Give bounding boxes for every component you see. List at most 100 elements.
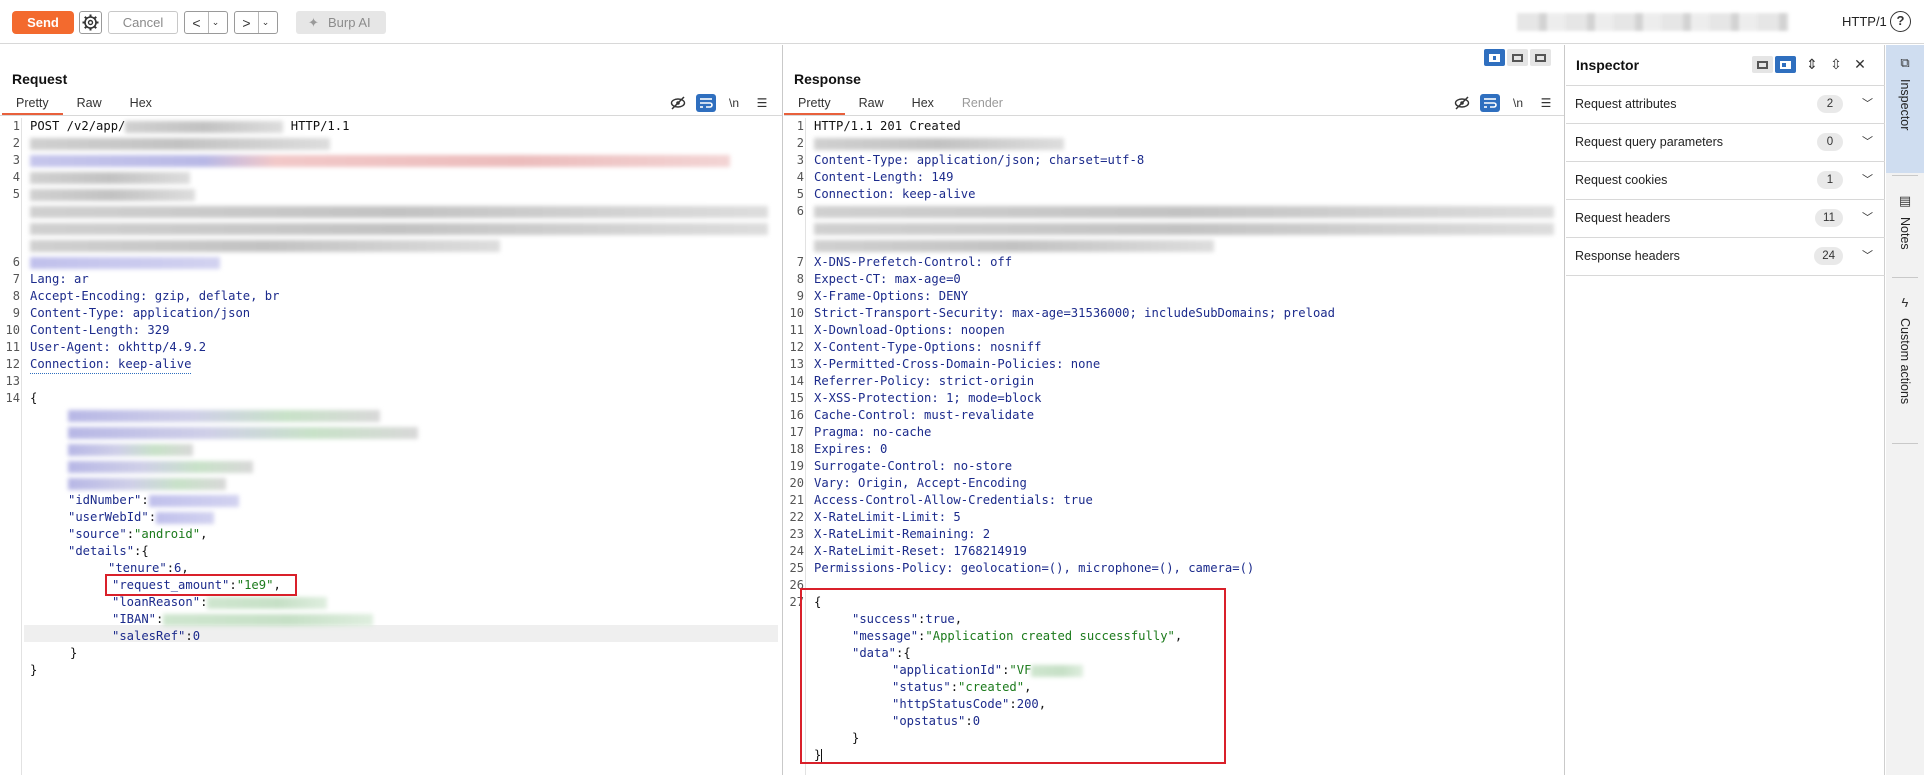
request-tab-pretty[interactable]: Pretty (2, 93, 63, 115)
split-horizontal-icon (1512, 53, 1523, 62)
response-title: Response (794, 71, 861, 87)
response-tab-render[interactable]: Render (948, 93, 1017, 115)
code-line (0, 203, 780, 220)
inspector-icon: ⧉ (1900, 55, 1910, 70)
forward-button[interactable]: > (235, 12, 259, 33)
request-tab-hex[interactable]: Hex (116, 93, 166, 115)
response-editor-tools: \n ☰ (1452, 93, 1556, 113)
forward-nav-group: > ⌄ (234, 11, 278, 34)
inspector-row-label: Response headers (1575, 249, 1680, 263)
side-divider (1892, 277, 1918, 278)
count-badge: 11 (1815, 209, 1843, 227)
send-button[interactable]: Send (12, 11, 74, 34)
layout-side-by-side-button[interactable] (1484, 49, 1505, 66)
inspector-view-list-button[interactable] (1752, 56, 1773, 73)
side-tab-label: Custom actions (1898, 318, 1912, 405)
count-badge: 2 (1817, 95, 1843, 113)
help-icon[interactable]: ? (1890, 11, 1911, 32)
response-tabs: Pretty Raw Hex Render (784, 93, 1017, 115)
forward-history-dropdown[interactable]: ⌄ (259, 12, 272, 33)
notes-icon: ▤ (1898, 193, 1912, 208)
inspector-row-label: Request cookies (1575, 173, 1668, 187)
code-line (0, 407, 780, 424)
code-line (0, 220, 780, 237)
response-tab-pretty[interactable]: Pretty (784, 93, 845, 115)
inspector-row-label: Request attributes (1575, 97, 1677, 111)
code-line: 2 (784, 135, 1564, 152)
count-badge: 1 (1817, 171, 1843, 189)
inspector-title: Inspector (1576, 57, 1640, 73)
hide-icon[interactable] (1452, 94, 1472, 112)
burp-ai-button[interactable]: ✦ Burp AI (296, 11, 386, 34)
inspector-row-request-cookies[interactable]: Request cookies 1 ﹀ (1566, 162, 1885, 200)
chevron-down-icon[interactable]: ﹀ (1862, 95, 1873, 111)
cancel-button[interactable]: Cancel (108, 11, 178, 34)
side-tab-inspector[interactable]: ⧉ Inspector (1886, 45, 1924, 173)
single-pane-icon (1535, 53, 1546, 62)
layout-tabs-button[interactable] (1530, 49, 1551, 66)
expand-all-icon[interactable]: ⇕ (1804, 56, 1820, 73)
newline-icon[interactable]: \n (1508, 94, 1528, 112)
inspector-row-response-headers[interactable]: Response headers 24 ﹀ (1566, 238, 1885, 276)
panel-view-icon (1780, 60, 1791, 69)
back-nav-group: < ⌄ (184, 11, 228, 34)
request-tabs-divider (0, 115, 782, 116)
collapse-all-icon[interactable]: ⇳ (1828, 56, 1844, 73)
request-editor[interactable]: 1 POST /v2/app/ HTTP/1.1 2 3 4 5 6 7 Lang:… (0, 118, 782, 775)
chevron-down-icon[interactable]: ﹀ (1862, 209, 1873, 225)
side-tab-strip: ⧉ Inspector ▤ Notes ϟ Custom actions (1886, 45, 1924, 775)
protocol-label[interactable]: HTTP/1 (1842, 14, 1887, 29)
code-line (0, 237, 780, 254)
toolbar: Send Cancel < ⌄ > ⌄ ✦ Burp AI HTTP/1 ? (0, 0, 1924, 44)
response-editor[interactable]: 1 HTTP/1.1 201 Created 2 3 Content-Type: a… (784, 118, 1564, 775)
request-amount-highlight (105, 574, 297, 596)
inspector-row-request-query-parameters[interactable]: Request query parameters 0 ﹀ (1566, 124, 1885, 162)
target-host-redacted[interactable] (1517, 13, 1789, 31)
code-line: 4 (0, 169, 780, 186)
layout-stacked-button[interactable] (1507, 49, 1528, 66)
response-body-highlight (800, 588, 1226, 764)
side-tab-custom-actions[interactable]: ϟ Custom actions (1886, 285, 1924, 435)
inspector-row-request-headers[interactable]: Request headers 11 ﹀ (1566, 200, 1885, 238)
code-line (0, 458, 780, 475)
code-line: 2 (0, 135, 780, 152)
response-tab-raw[interactable]: Raw (845, 93, 898, 115)
response-tab-hex[interactable]: Hex (898, 93, 948, 115)
chevron-down-icon[interactable]: ﹀ (1862, 171, 1873, 187)
chevron-down-icon[interactable]: ﹀ (1862, 247, 1873, 263)
side-tab-label: Notes (1898, 217, 1912, 250)
back-history-dropdown[interactable]: ⌄ (209, 12, 222, 33)
side-divider (1892, 175, 1918, 176)
code-line (784, 220, 1564, 237)
list-view-icon (1757, 60, 1768, 69)
layout-toggle (1484, 49, 1551, 67)
code-line: 6 (0, 254, 780, 271)
wrap-lines-icon[interactable] (1480, 94, 1500, 112)
hide-icon[interactable] (668, 94, 688, 112)
menu-icon[interactable]: ☰ (752, 94, 772, 112)
menu-icon[interactable]: ☰ (1536, 94, 1556, 112)
inspector-row-label: Request headers (1575, 211, 1671, 225)
request-editor-tools: \n ☰ (668, 93, 772, 113)
chevron-down-icon[interactable]: ﹀ (1862, 133, 1873, 149)
back-button[interactable]: < (185, 12, 209, 33)
inspector-view-toggle (1752, 56, 1796, 73)
request-tab-raw[interactable]: Raw (63, 93, 116, 115)
inspector-view-panel-button[interactable] (1775, 56, 1796, 73)
code-line: 5 (0, 186, 780, 203)
inspector-row-request-attributes[interactable]: Request attributes 2 ﹀ (1566, 86, 1885, 124)
newline-icon[interactable]: \n (724, 94, 744, 112)
wrap-lines-icon[interactable] (696, 94, 716, 112)
request-title: Request (12, 71, 68, 87)
code-line: 3 (0, 152, 780, 169)
code-line (0, 441, 780, 458)
side-tab-notes[interactable]: ▤ Notes (1886, 183, 1924, 301)
side-tab-label: Inspector (1898, 79, 1912, 131)
close-icon[interactable]: ✕ (1852, 56, 1868, 73)
gear-icon (82, 14, 99, 31)
count-badge: 0 (1817, 133, 1843, 151)
response-tabs-divider (784, 115, 1564, 116)
code-line (784, 237, 1564, 254)
code-line: 1 POST /v2/app/ HTTP/1.1 (12, 119, 350, 133)
settings-button[interactable] (79, 11, 102, 34)
